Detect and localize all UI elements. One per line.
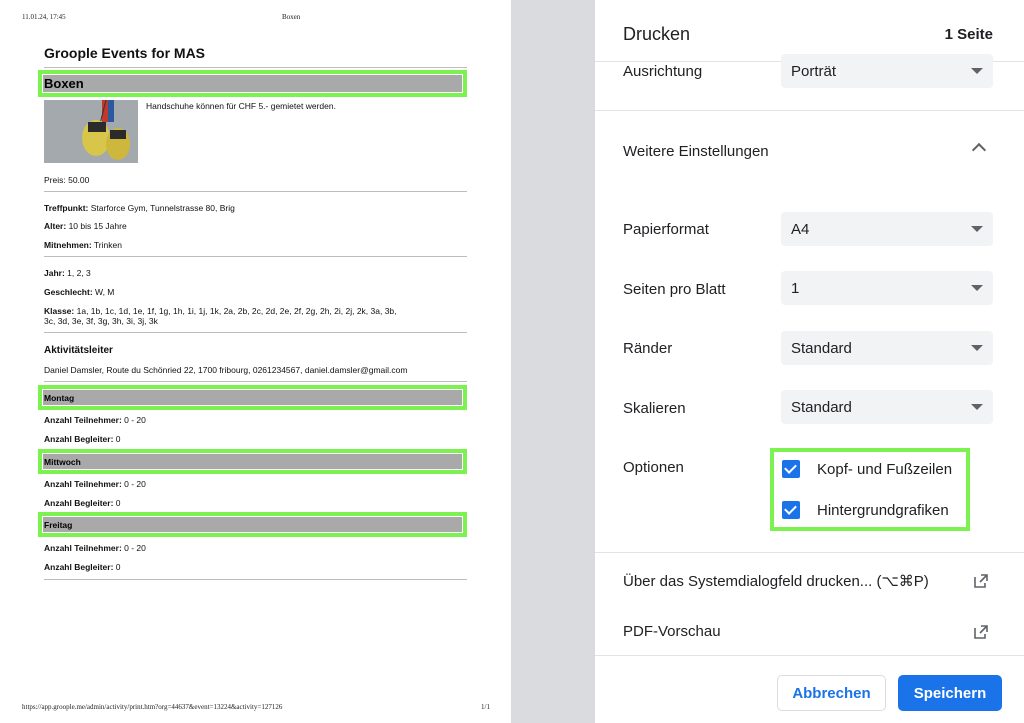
page-footer-count: 1/1: [481, 703, 490, 711]
scale-select[interactable]: Standard: [781, 390, 993, 424]
headers-footers-label: Kopf- und Fußzeilen: [817, 460, 953, 478]
site-title: Groople Events for MAS: [44, 45, 206, 61]
class-list: Klasse: 1a, 1b, 1c, 1d, 1e, 1f, 1g, 1h, …: [44, 306, 397, 316]
age: Alter: 10 bis 15 Jahre: [44, 221, 127, 231]
orientation-value: Porträt: [791, 62, 837, 80]
background-graphics-label: Hintergrundgrafiken: [817, 501, 949, 519]
meeting-point: Treffpunkt: Starforce Gym, Tunnelstrasse…: [44, 203, 235, 213]
boxing-gloves-image: [44, 100, 138, 163]
pages-per-sheet-value: 1: [791, 279, 800, 297]
margins-select[interactable]: Standard: [781, 331, 993, 365]
year: Jahr: 1, 2, 3: [44, 268, 91, 278]
divider: [44, 256, 467, 257]
panel-title: Drucken: [623, 24, 691, 44]
chevron-down-icon: [971, 285, 983, 291]
companions: Anzahl Begleiter: 0: [44, 498, 121, 508]
day-title: Montag: [43, 390, 462, 405]
options-highlight: Kopf- und Fußzeilen Hintergrundgrafiken: [770, 448, 970, 531]
pages-per-sheet-label: Seiten pro Blatt: [623, 281, 726, 298]
paper-format-label: Papierformat: [623, 221, 709, 238]
headers-footers-option[interactable]: Kopf- und Fußzeilen: [782, 460, 952, 478]
page-header-date: 11.01.24, 17:45: [22, 13, 66, 21]
pages-per-sheet-select[interactable]: 1: [781, 271, 993, 305]
paper-format-select[interactable]: A4: [781, 212, 993, 246]
save-button[interactable]: Speichern: [898, 675, 1002, 711]
background-graphics-option[interactable]: Hintergrundgrafiken: [782, 501, 949, 519]
price: Preis: 50.00: [44, 175, 90, 185]
participants: Anzahl Teilnehmer: 0 - 20: [44, 543, 146, 553]
companions: Anzahl Begleiter: 0: [44, 562, 121, 572]
paper-format-value: A4: [791, 220, 810, 238]
divider: [44, 67, 467, 68]
chevron-down-icon: [971, 345, 983, 351]
scale-label: Skalieren: [623, 400, 686, 417]
open-external-icon[interactable]: [974, 625, 988, 639]
day-highlight-mittwoch: Mittwoch: [38, 449, 467, 474]
day-title: Mittwoch: [43, 454, 462, 469]
print-settings-panel: Drucken 1 Seite Ausrichtung Porträt Weit…: [595, 0, 1024, 723]
participants: Anzahl Teilnehmer: 0 - 20: [44, 479, 146, 489]
pdf-preview-link[interactable]: PDF-Vorschau: [623, 623, 721, 640]
more-settings-toggle[interactable]: Weitere Einstellungen: [623, 143, 769, 160]
open-external-icon[interactable]: [974, 574, 988, 588]
chevron-down-icon: [971, 68, 983, 74]
companions: Anzahl Begleiter: 0: [44, 434, 121, 444]
divider: [44, 332, 467, 333]
divider: [595, 552, 1024, 553]
gender: Geschlecht: W, M: [44, 287, 115, 297]
margins-label: Ränder: [623, 340, 673, 357]
activity-description: Handschuhe können für CHF 5.- gemietet w…: [146, 101, 336, 111]
panel-footer: Abbrechen Speichern: [595, 655, 1024, 723]
margins-value: Standard: [791, 339, 852, 357]
panel-header: Drucken 1 Seite: [595, 0, 1024, 62]
orientation-label: Ausrichtung: [623, 63, 703, 80]
leader-info: Daniel Damsler, Route du Schönried 22, 1…: [44, 365, 408, 375]
scale-value: Standard: [791, 398, 852, 416]
divider: [595, 110, 1024, 111]
participants: Anzahl Teilnehmer: 0 - 20: [44, 415, 146, 425]
divider: [44, 381, 467, 382]
print-preview-page: 11.01.24, 17:45 Boxen Groople Events for…: [0, 0, 511, 723]
chevron-up-icon[interactable]: [971, 142, 987, 158]
activity-title-highlight: Boxen: [38, 70, 467, 97]
divider: [44, 191, 467, 192]
page-count: 1 Seite: [944, 26, 993, 43]
bring-along: Mitnehmen: Trinken: [44, 240, 122, 250]
page-footer-url: https://app.groople.me/admin/activity/pr…: [22, 703, 283, 711]
divider: [44, 579, 467, 580]
checkbox-checked-icon[interactable]: [782, 501, 800, 519]
activity-title: Boxen: [43, 75, 462, 92]
class-list-cont: 3c, 3d, 3e, 3f, 3g, 3h, 3i, 3j, 3k: [44, 316, 158, 326]
day-highlight-montag: Montag: [38, 385, 467, 410]
day-highlight-freitag: Freitag: [38, 512, 467, 537]
orientation-select[interactable]: Porträt: [781, 54, 993, 88]
leader-heading: Aktivitätsleiter: [44, 345, 113, 356]
system-dialog-link[interactable]: Über das Systemdialogfeld drucken... (⌥⌘…: [623, 572, 929, 590]
page-header-title: Boxen: [282, 13, 301, 21]
checkbox-checked-icon[interactable]: [782, 460, 800, 478]
options-label: Optionen: [623, 459, 684, 476]
chevron-down-icon: [971, 226, 983, 232]
cancel-button[interactable]: Abbrechen: [777, 675, 886, 711]
day-title: Freitag: [43, 517, 462, 532]
chevron-down-icon: [971, 404, 983, 410]
